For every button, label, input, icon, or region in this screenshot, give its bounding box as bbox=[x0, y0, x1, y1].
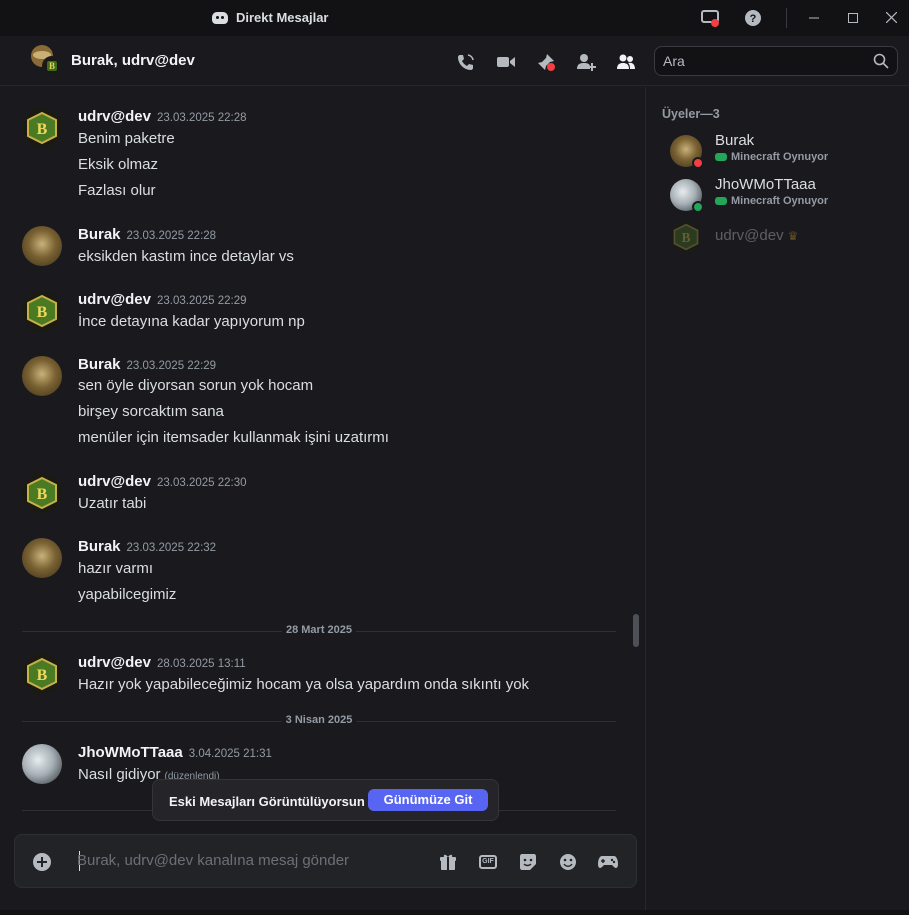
svg-text:B: B bbox=[49, 61, 55, 71]
message-input[interactable] bbox=[77, 852, 417, 869]
date-divider: 28 Mart 2025 bbox=[22, 624, 616, 636]
member-item[interactable]: JhoWMoTTaaa Minecraft Oynuyor bbox=[670, 176, 900, 216]
voice-call-icon[interactable] bbox=[455, 51, 477, 73]
user-avatar[interactable]: B bbox=[22, 108, 62, 148]
member-activity: Minecraft Oynuyor bbox=[715, 195, 828, 207]
message-timestamp: 23.03.2025 22:30 bbox=[156, 477, 247, 489]
date-divider-label: 28 Mart 2025 bbox=[281, 624, 357, 636]
message-author[interactable]: udrv@dev 23.03.2025 22:28 bbox=[78, 108, 247, 125]
user-avatar[interactable] bbox=[22, 744, 62, 784]
message-timestamp: 23.03.2025 22:29 bbox=[156, 295, 247, 307]
member-name: Burak bbox=[715, 132, 755, 149]
sticker-icon[interactable] bbox=[517, 851, 539, 873]
user-avatar[interactable]: B bbox=[22, 291, 62, 331]
member-name: JhoWMoTTaaa bbox=[715, 176, 816, 193]
message-text: Eksik olmaz bbox=[78, 156, 159, 173]
old-messages-bar: Eski Mesajları Görüntülüyorsun Günümüze … bbox=[152, 779, 499, 821]
message-author[interactable]: udrv@dev 28.03.2025 13:11 bbox=[78, 654, 246, 671]
add-friends-to-dm-icon[interactable] bbox=[575, 51, 597, 73]
title-bar: Direkt Mesajlar ? bbox=[0, 0, 909, 36]
message-timestamp: 23.03.2025 22:28 bbox=[126, 230, 217, 242]
user-avatar[interactable]: B bbox=[22, 473, 62, 513]
member-avatar: B bbox=[670, 221, 702, 253]
jump-to-present-button[interactable]: Günümüze Git bbox=[368, 789, 488, 811]
message-text: menüler için itemsader kullanmak işini u… bbox=[78, 429, 389, 446]
member-name: udrv@dev ♛ bbox=[715, 227, 799, 244]
member-list-panel: Üyeler—3 Burak Minecraft Oynuyor JhoWMoT… bbox=[645, 87, 909, 915]
window-bottom-edge bbox=[0, 910, 909, 915]
message-timestamp: 28.03.2025 13:11 bbox=[156, 658, 246, 670]
title-bar-separator bbox=[786, 8, 787, 28]
emoji-icon[interactable] bbox=[557, 851, 579, 873]
message-text: Uzatır tabi bbox=[78, 495, 147, 512]
chat-header: B Burak, udrv@dev bbox=[0, 36, 909, 86]
message-list[interactable]: B udrv@dev 23.03.2025 22:28 Benim paketre… bbox=[0, 87, 645, 827]
user-avatar[interactable] bbox=[22, 226, 62, 266]
svg-text:B: B bbox=[37, 121, 48, 138]
message-timestamp: 3.04.2025 21:31 bbox=[188, 748, 272, 760]
search-icon bbox=[873, 53, 889, 69]
gift-icon[interactable] bbox=[437, 851, 459, 873]
message-text: Hazır yok yapabileceğimiz hocam ya olsa … bbox=[78, 676, 530, 693]
conversation-title: Burak, udrv@dev bbox=[71, 52, 195, 69]
close-icon[interactable] bbox=[881, 8, 901, 28]
apps-gamepad-icon[interactable] bbox=[597, 851, 619, 873]
message-author[interactable]: Burak 23.03.2025 22:28 bbox=[78, 226, 216, 243]
maximize-icon[interactable] bbox=[843, 8, 863, 28]
window-title: Direkt Mesajlar bbox=[212, 10, 329, 25]
svg-text:B: B bbox=[37, 486, 48, 503]
members-heading: Üyeler—3 bbox=[662, 107, 720, 121]
message-timestamp: 23.03.2025 22:29 bbox=[126, 360, 217, 372]
member-activity: Minecraft Oynuyor bbox=[715, 151, 828, 163]
member-item[interactable]: B udrv@dev ♛ bbox=[670, 218, 900, 258]
date-divider-label: 3 Nisan 2025 bbox=[281, 714, 357, 726]
svg-text:B: B bbox=[682, 230, 691, 245]
svg-text:B: B bbox=[37, 667, 48, 684]
user-avatar[interactable] bbox=[22, 538, 62, 578]
date-divider: 3 Nisan 2025 bbox=[22, 714, 616, 726]
owner-crown-icon: ♛ bbox=[787, 229, 799, 243]
online-status-icon bbox=[692, 201, 704, 213]
dnd-status-icon bbox=[692, 157, 704, 169]
message-author[interactable]: udrv@dev 23.03.2025 22:29 bbox=[78, 291, 247, 308]
message-author[interactable]: Burak 23.03.2025 22:32 bbox=[78, 538, 216, 555]
message-text: eksikden kastım ince detaylar vs bbox=[78, 248, 294, 265]
message-text: birşey sorcaktım sana bbox=[78, 403, 224, 420]
gif-icon[interactable]: GIF bbox=[477, 851, 499, 873]
screen-record-icon[interactable] bbox=[700, 8, 720, 28]
message-timestamp: 23.03.2025 22:32 bbox=[126, 542, 217, 554]
add-attachment-icon[interactable] bbox=[31, 851, 53, 873]
search-box[interactable] bbox=[654, 46, 898, 76]
gamepad-icon bbox=[715, 153, 727, 161]
member-list-icon[interactable] bbox=[615, 51, 637, 73]
svg-text:?: ? bbox=[750, 13, 757, 25]
old-messages-text: Eski Mesajları Görüntülüyorsun bbox=[169, 794, 365, 809]
minimize-icon[interactable] bbox=[804, 8, 824, 28]
message-text: sen öyle diyorsan sorun yok hocam bbox=[78, 377, 314, 394]
message-timestamp: 23.03.2025 22:28 bbox=[156, 112, 247, 124]
member-item[interactable]: Burak Minecraft Oynuyor bbox=[670, 132, 900, 172]
message-text: Fazlası olur bbox=[78, 182, 156, 199]
user-avatar[interactable] bbox=[22, 356, 62, 396]
pinned-messages-icon[interactable] bbox=[535, 51, 557, 73]
help-icon[interactable]: ? bbox=[743, 8, 763, 28]
svg-text:B: B bbox=[37, 304, 48, 321]
search-input[interactable] bbox=[663, 53, 863, 69]
gamepad-icon bbox=[715, 197, 727, 205]
message-author[interactable]: JhoWMoTTaaa 3.04.2025 21:31 bbox=[78, 744, 272, 761]
message-author[interactable]: udrv@dev 23.03.2025 22:30 bbox=[78, 473, 247, 490]
message-scrollbar[interactable] bbox=[633, 614, 639, 647]
discord-logo-icon bbox=[212, 11, 228, 24]
group-avatar-icon: B bbox=[30, 44, 62, 76]
message-text: yapabilcegimiz bbox=[78, 586, 177, 603]
user-avatar[interactable]: B bbox=[22, 654, 62, 694]
message-author[interactable]: Burak 23.03.2025 22:29 bbox=[78, 356, 216, 373]
message-composer: GIF bbox=[14, 834, 637, 888]
video-call-icon[interactable] bbox=[495, 51, 517, 73]
window-title-text: Direkt Mesajlar bbox=[236, 10, 329, 25]
message-text: hazır varmı bbox=[78, 560, 154, 577]
message-text: Benim paketre bbox=[78, 130, 175, 147]
message-text: İnce detayına kadar yapıyorum np bbox=[78, 313, 305, 330]
